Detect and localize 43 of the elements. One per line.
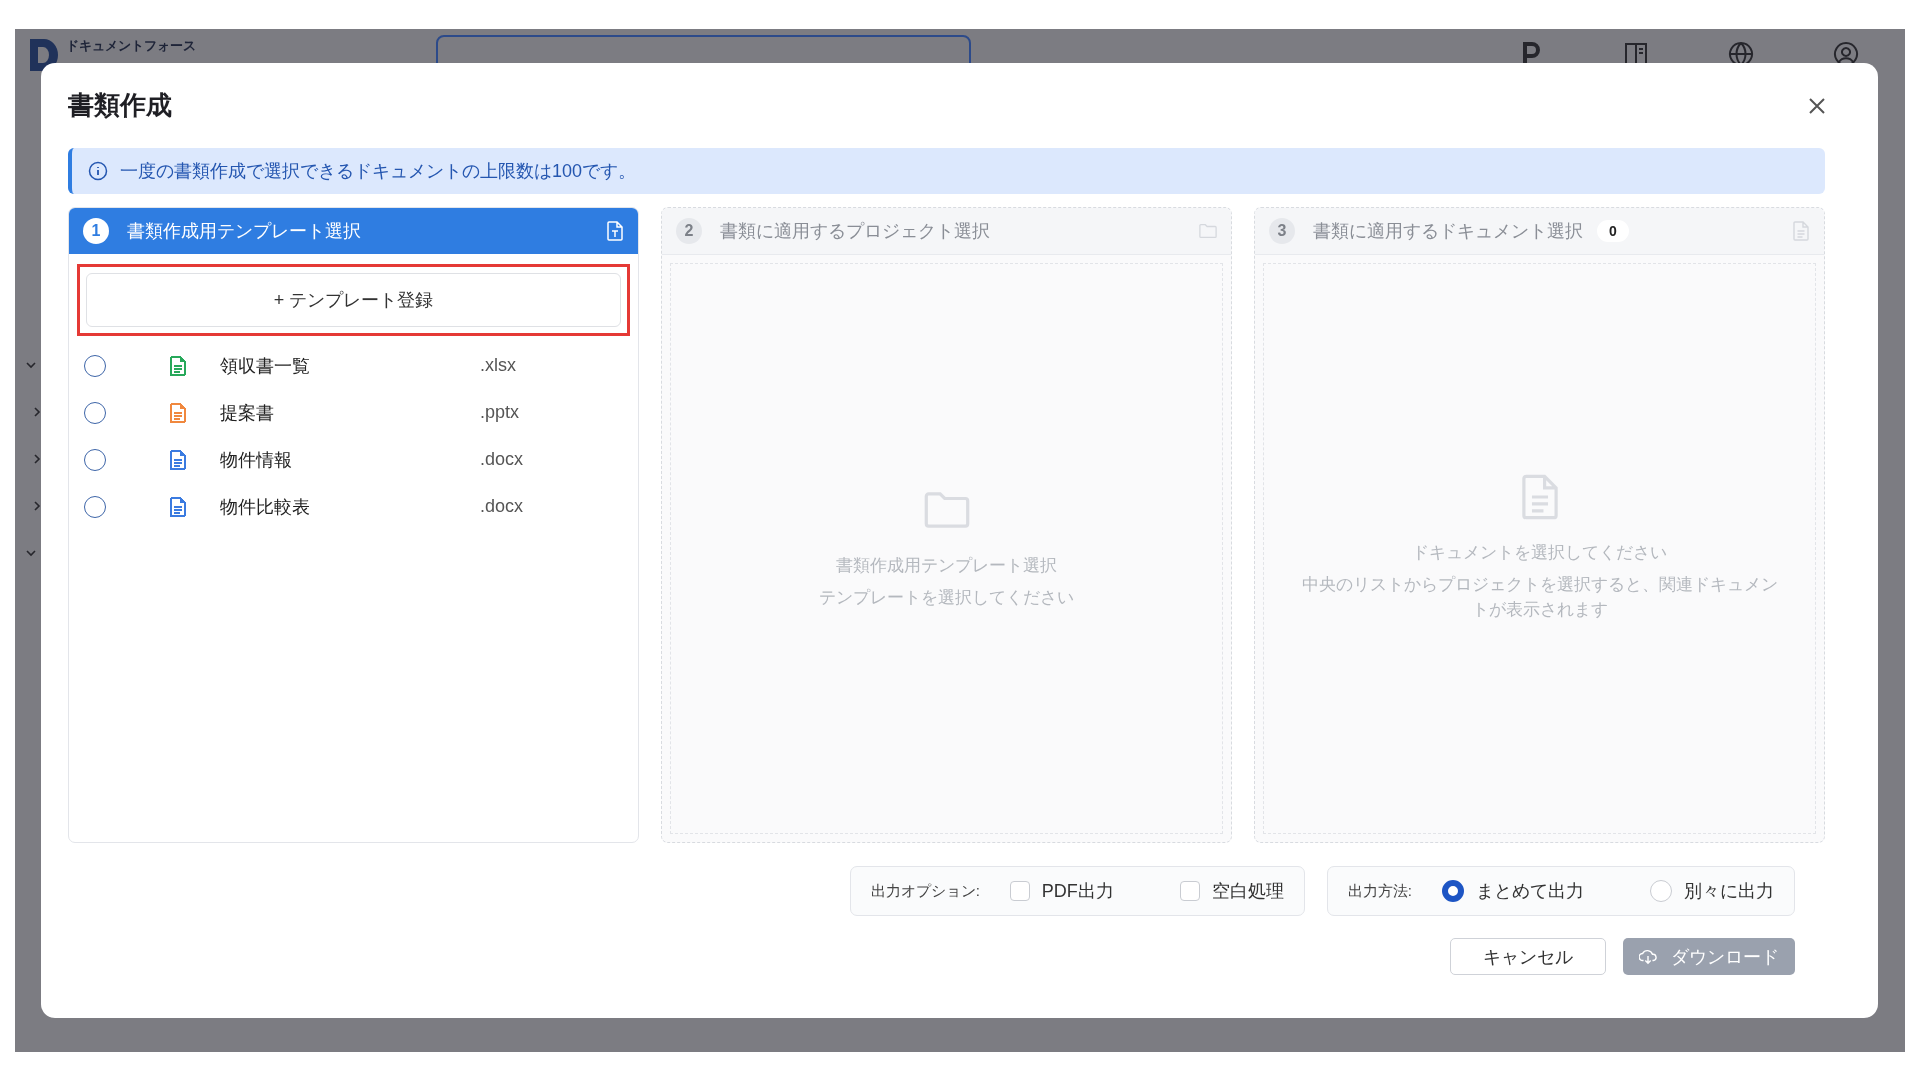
template-name: 物件情報	[220, 448, 293, 472]
empty-text: 中央のリストからプロジェクトを選択すると、関連ドキュメントが表示されます	[1300, 573, 1779, 622]
radio-button[interactable]	[84, 495, 106, 518]
step-number: 2	[676, 218, 702, 244]
count-badge: 0	[1597, 220, 1629, 242]
checkbox[interactable]: 空白処理	[1179, 879, 1284, 903]
options-label: 出力オプション:	[870, 881, 980, 901]
step-number: 1	[83, 218, 109, 244]
file-extension: .pptx	[480, 402, 520, 423]
template-name: 物件比較表	[220, 495, 311, 519]
folder-icon	[1199, 221, 1217, 241]
file-extension: .docx	[480, 496, 524, 517]
chevron-icon[interactable]	[31, 453, 43, 465]
register-template-button[interactable]: + テンプレート登録	[86, 273, 621, 327]
step-number: 3	[1269, 218, 1295, 244]
cloud-download-icon	[1639, 948, 1657, 965]
empty-title: ドキュメントを選択してください	[1412, 542, 1667, 565]
dialog-title: 書類作成	[68, 89, 172, 122]
empty-title: 書類作成用テンプレート選択	[836, 555, 1057, 577]
chevron-icon[interactable]	[31, 406, 43, 418]
file-icon	[606, 221, 624, 241]
template-name: 領収書一覧	[220, 354, 311, 378]
logo-text: ドキュメントフォース	[66, 37, 196, 55]
empty-text: テンプレートを選択してください	[819, 586, 1074, 609]
step-title: 書類に適用するドキュメント選択	[1313, 220, 1583, 243]
method-label: 出力方法:	[1347, 881, 1412, 901]
template-name: 提案書	[220, 401, 275, 425]
cancel-button[interactable]: キャンセル	[1450, 938, 1606, 975]
checkbox[interactable]: PDF出力	[1009, 879, 1114, 903]
radio-button[interactable]	[84, 354, 106, 377]
file-extension: .xlsx	[480, 355, 516, 376]
file-extension: .docx	[480, 449, 524, 470]
document-icon	[1792, 221, 1810, 241]
radio-option[interactable]: まとめて出力	[1442, 879, 1584, 903]
radio-button[interactable]	[84, 448, 106, 471]
info-icon	[88, 161, 108, 181]
step-title: 書類に適用するプロジェクト選択	[720, 220, 990, 243]
chevron-icon[interactable]	[31, 500, 43, 512]
radio-button[interactable]	[84, 401, 106, 424]
info-text: 一度の書類作成で選択できるドキュメントの上限数は100です。	[120, 160, 637, 183]
step-title: 書類作成用テンプレート選択	[127, 220, 361, 243]
close-icon	[1807, 95, 1827, 116]
radio-option[interactable]: 別々に出力	[1650, 879, 1774, 903]
